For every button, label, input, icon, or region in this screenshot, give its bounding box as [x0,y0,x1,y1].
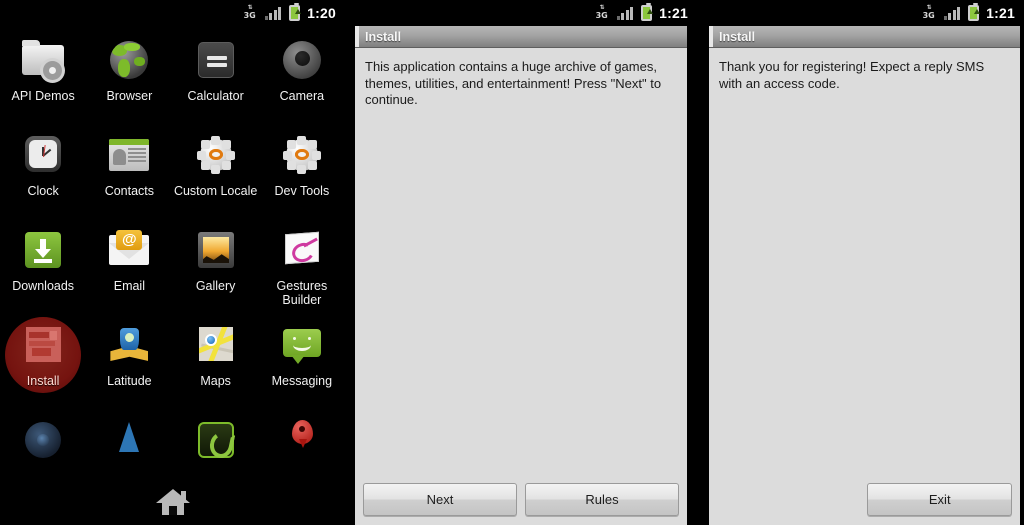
signal-bars-icon [943,6,961,20]
phone-icon [192,416,240,464]
app-label: API Demos [11,89,75,103]
app-label: Custom Locale [173,184,258,198]
app-title-text: Install [719,29,756,44]
next-button[interactable]: Next [363,483,517,516]
signal-bars-icon [616,6,634,20]
app-title-bar: Install [709,26,1020,48]
install-dialog-step2-screen: ⇅ 3G 1:21 Install Thank you for register… [697,0,1024,525]
android-launcher-screen: ⇅ 3G 1:20 API Demos Browser Calculator C… [0,0,345,525]
app-icon-maps[interactable]: Maps [173,315,259,410]
maps-icon [192,321,240,369]
install-message-text: Thank you for registering! Expect a repl… [719,59,985,91]
calculator-icon [192,36,240,84]
app-label: Install [26,374,60,388]
3g-label: 3G [243,11,256,20]
music-icon [19,416,67,464]
email-icon: @ [105,226,153,274]
signal-bars-icon [264,6,282,20]
app-icon-custom-locale[interactable]: Custom Locale [173,125,259,220]
app-content: This application contains a huge archive… [355,48,687,475]
app-icon-gallery[interactable]: Gallery [173,220,259,315]
screenshot-root: ⇅ 3G 1:20 API Demos Browser Calculator C… [0,0,1024,525]
app-icon-calculator[interactable]: Calculator [173,30,259,125]
app-window: Install This application contains a huge… [355,26,687,525]
app-icon-phone[interactable] [173,410,259,468]
app-icon-downloads[interactable]: Downloads [0,220,86,315]
app-content: Thank you for registering! Expect a repl… [709,48,1020,475]
contacts-icon [105,131,153,179]
app-window: Install Thank you for registering! Expec… [709,26,1020,525]
app-label: Email [113,279,145,293]
app-label: Dev Tools [274,184,330,198]
app-icon-dev-tools[interactable]: Dev Tools [259,125,345,220]
app-icon-api-demos[interactable]: API Demos [0,30,86,125]
status-bar: ⇅ 3G 1:21 [345,0,697,26]
app-label: Browser [106,89,153,103]
3g-label: 3G [595,11,608,20]
3g-label: 3G [922,11,935,20]
clock-icon [19,131,67,179]
install-app-icon [19,321,67,369]
battery-charging-icon [289,3,301,21]
app-title-text: Install [365,29,402,44]
status-bar-clock: 1:21 [986,5,1015,21]
navigation-icon [105,416,153,464]
app-label: Camera [279,89,325,103]
app-icon-gestures-builder[interactable]: Gestures Builder [259,220,345,315]
browser-globe-icon [105,36,153,84]
gallery-icon [192,226,240,274]
app-label: Maps [200,374,231,388]
app-label: Clock [27,184,59,198]
install-dialog-step1-screen: ⇅ 3G 1:21 Install This application conta… [345,0,697,525]
button-bar: Exit [709,475,1020,525]
battery-charging-icon [641,3,653,21]
app-icon-latitude[interactable]: Latitude [86,315,172,410]
camera-icon [278,36,326,84]
status-bar-clock: 1:21 [659,5,688,21]
app-icon-navigation[interactable] [86,410,172,468]
latitude-icon [105,321,153,369]
api-demos-icon [19,36,67,84]
status-bar: ⇅ 3G 1:21 [697,0,1024,26]
app-label: Latitude [107,374,152,388]
downloads-icon [19,226,67,274]
gestures-builder-icon [278,226,326,274]
app-icon-clock[interactable]: Clock [0,125,86,220]
app-label: Messaging [271,374,333,388]
dev-tools-gear-icon [278,131,326,179]
button-bar: Next Rules [355,475,687,525]
places-pin-icon [278,416,326,464]
home-button-bar [0,479,345,525]
app-label: Gallery [195,279,236,293]
app-icon-places[interactable] [259,410,345,468]
3g-data-icon: ⇅ 3G [595,4,608,21]
3g-data-icon: ⇅ 3G [243,4,256,21]
custom-locale-gear-icon [192,131,240,179]
install-message-text: This application contains a huge archive… [365,59,662,107]
app-label: Gestures Builder [276,279,328,307]
exit-button[interactable]: Exit [867,483,1012,516]
app-icon-music[interactable] [0,410,86,468]
battery-charging-icon [968,3,980,21]
app-label: Downloads [12,279,75,293]
app-title-bar: Install [355,26,687,48]
messaging-icon [278,321,326,369]
app-icon-messaging[interactable]: Messaging [259,315,345,410]
app-label: Calculator [187,89,244,103]
app-icon-browser[interactable]: Browser [86,30,172,125]
app-grid: API Demos Browser Calculator Camera Cloc… [0,30,345,468]
app-icon-contacts[interactable]: Contacts [86,125,172,220]
3g-data-icon: ⇅ 3G [922,4,935,21]
status-bar-clock: 1:20 [307,5,336,21]
app-icon-email[interactable]: @ Email [86,220,172,315]
home-icon[interactable] [155,489,190,515]
app-icon-camera[interactable]: Camera [259,30,345,125]
app-icon-install[interactable]: Install [0,315,86,410]
rules-button[interactable]: Rules [525,483,679,516]
status-bar: ⇅ 3G 1:20 [0,0,345,26]
status-bar-icons: ⇅ 3G [243,3,301,21]
app-label: Contacts [104,184,155,198]
